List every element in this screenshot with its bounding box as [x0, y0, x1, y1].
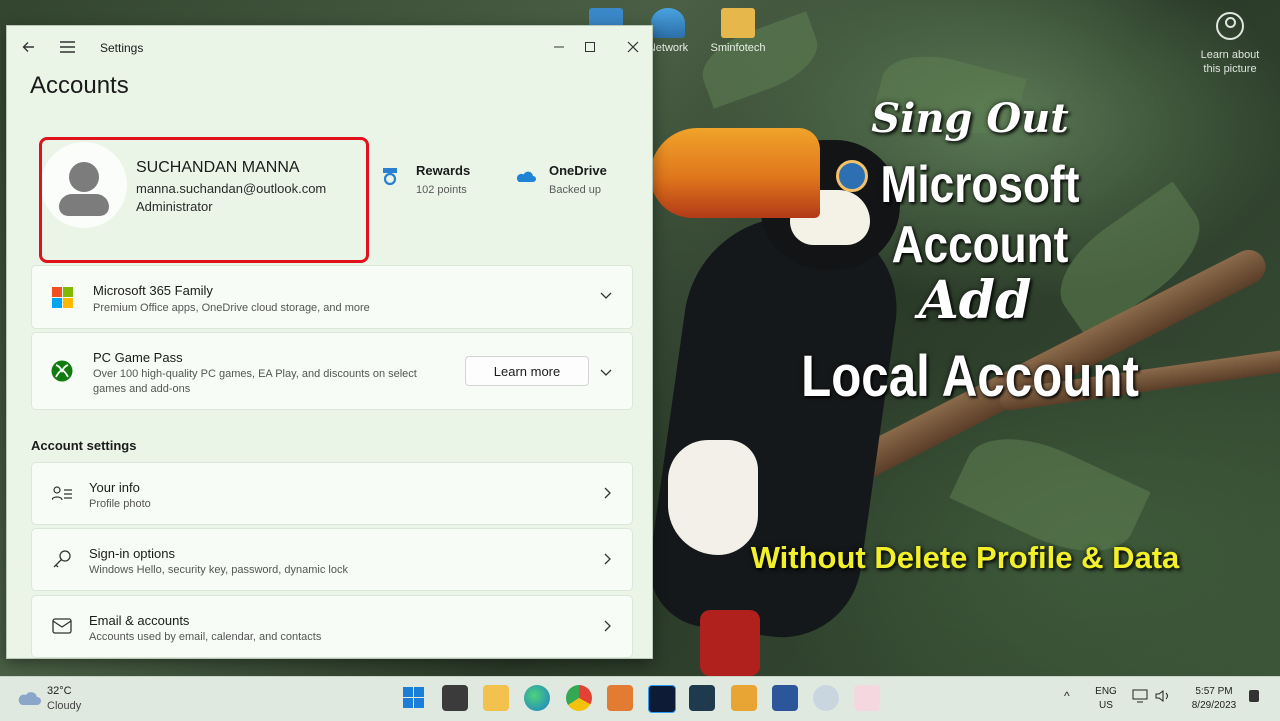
card-title: PC Game Pass: [93, 350, 183, 365]
photoshop-icon[interactable]: [648, 685, 676, 713]
clock[interactable]: 5:57 PM 8/29/2023: [1186, 685, 1242, 713]
row-subtitle: Accounts used by email, calendar, and co…: [89, 631, 322, 643]
chrome-icon[interactable]: [566, 685, 592, 711]
onedrive-title: OneDrive: [549, 163, 607, 178]
section-heading: Account settings: [31, 438, 137, 453]
card-subtitle-line1: Over 100 high-quality PC games, EA Play,…: [93, 368, 417, 380]
file-explorer-icon[interactable]: [483, 685, 509, 711]
edge-browser-icon[interactable]: [524, 685, 550, 711]
notification-icon[interactable]: [1248, 689, 1260, 708]
close-icon[interactable]: [619, 34, 647, 60]
person-details-icon: [52, 486, 72, 501]
windows-logo-icon: [403, 687, 424, 708]
media-player-icon[interactable]: [689, 685, 715, 711]
rewards-icon: [383, 168, 397, 186]
window-title: Settings: [100, 41, 144, 55]
page-title: Accounts: [30, 72, 129, 99]
cloud-icon: [18, 692, 41, 705]
onedrive-link[interactable]: OneDrive Backed up: [514, 163, 607, 196]
row-title: Sign-in options: [89, 546, 175, 561]
rewards-title: Rewards: [416, 163, 471, 178]
language-line1: ENG: [1095, 686, 1117, 697]
overlay-subtitle: Without Delete Profile & Data: [750, 540, 1180, 575]
hamburger-menu-icon[interactable]: [53, 34, 81, 60]
microsoft-logo-icon: [52, 287, 73, 308]
network-icon: [651, 8, 685, 38]
clock-date: 8/29/2023: [1191, 700, 1237, 711]
toucan-undertail: [700, 610, 760, 676]
onedrive-status: Backed up: [549, 184, 601, 196]
word-icon[interactable]: [772, 685, 798, 711]
language-indicator[interactable]: ENG US: [1093, 685, 1119, 713]
mail-icon: [52, 618, 72, 634]
microsoft-365-card[interactable]: Microsoft 365 Family Premium Office apps…: [31, 265, 633, 329]
desktop-icon-label: Sminfotech: [710, 42, 766, 54]
maximize-icon[interactable]: [576, 34, 604, 60]
key-icon: [53, 550, 71, 568]
your-info-row[interactable]: Your info Profile photo: [31, 462, 633, 525]
chevron-right-icon: [604, 620, 612, 635]
snipping-tool-icon[interactable]: [854, 685, 880, 711]
start-button[interactable]: [401, 685, 427, 711]
overlay-sign-out: Sing Out: [871, 95, 1069, 142]
back-arrow-icon[interactable]: [15, 34, 43, 60]
learn-about-line2: this picture: [1203, 63, 1257, 75]
settings-window: Settings Accounts SUCHANDAN MANNA manna.…: [6, 25, 653, 659]
chevron-up-icon[interactable]: ^: [1064, 689, 1070, 703]
chevron-down-icon[interactable]: [600, 365, 612, 380]
toucan-tail-patch: [668, 440, 758, 555]
camera-icon: [1216, 12, 1244, 40]
task-view-icon[interactable]: [442, 685, 468, 711]
clock-time: 5:57 PM: [1195, 686, 1233, 697]
chevron-down-icon[interactable]: [600, 288, 612, 303]
learn-more-button[interactable]: Learn more: [465, 356, 589, 386]
row-subtitle: Windows Hello, security key, password, d…: [89, 564, 348, 576]
language-line2: US: [1099, 700, 1113, 711]
rewards-points: 102 points: [416, 184, 467, 196]
highlight-box: [39, 137, 369, 263]
row-title: Email & accounts: [89, 613, 190, 628]
network-status-icon[interactable]: [1132, 689, 1148, 708]
learn-about-picture[interactable]: Learn about this picture: [1195, 12, 1265, 76]
learn-about-line1: Learn about: [1200, 49, 1260, 61]
card-title: Microsoft 365 Family: [93, 283, 213, 298]
taskbar: 32°C Cloudy ^ ENG US 5:57 PM 8/29/2023: [0, 676, 1280, 721]
app-icon-yellow[interactable]: [731, 685, 757, 711]
row-subtitle: Profile photo: [89, 498, 151, 510]
chevron-right-icon: [604, 553, 612, 568]
desktop-icon-sminfotech[interactable]: Sminfotech: [702, 8, 774, 54]
overlay-local-account: Local Account: [801, 344, 1139, 409]
onedrive-cloud-icon: [516, 171, 536, 182]
app-icon-orange[interactable]: [607, 685, 633, 711]
settings-gear-icon[interactable]: [813, 685, 839, 711]
minimize-icon[interactable]: [545, 34, 573, 60]
xbox-icon: [51, 360, 73, 382]
folder-icon: [721, 8, 755, 38]
sign-in-options-row[interactable]: Sign-in options Windows Hello, security …: [31, 528, 633, 591]
weather-condition: Cloudy: [47, 700, 82, 712]
card-subtitle: Premium Office apps, OneDrive cloud stor…: [93, 302, 370, 314]
weather-temp: 32°C: [47, 685, 72, 697]
overlay-add: Add: [918, 270, 1032, 331]
card-subtitle-line2: games and add-ons: [93, 383, 191, 395]
row-title: Your info: [89, 480, 140, 495]
title-bar[interactable]: Settings: [7, 26, 652, 68]
rewards-link[interactable]: Rewards 102 points: [379, 163, 470, 196]
pc-game-pass-card[interactable]: PC Game Pass Over 100 high-quality PC ga…: [31, 332, 633, 410]
overlay-microsoft-account: Microsoft Account: [880, 156, 1080, 274]
chevron-right-icon: [604, 487, 612, 502]
email-accounts-row[interactable]: Email & accounts Accounts used by email,…: [31, 595, 633, 658]
volume-icon[interactable]: [1155, 689, 1171, 708]
